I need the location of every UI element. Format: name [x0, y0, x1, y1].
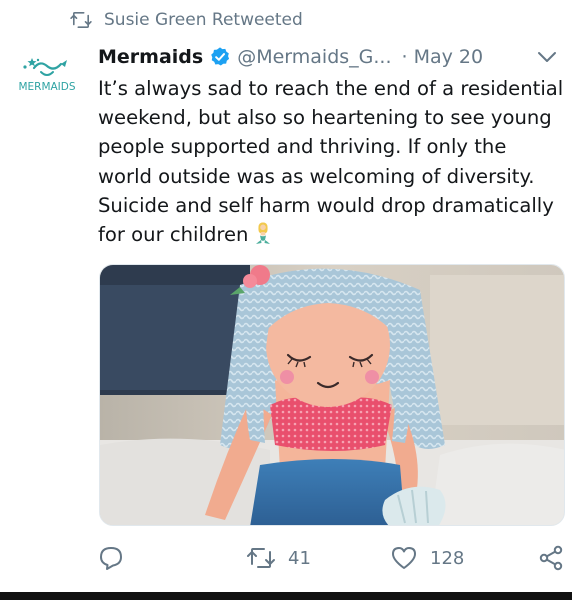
tweet-text-line: It’s always sad to reach the end of a re…: [98, 77, 564, 100]
tweet-text-line: world outside was as welcoming of divers…: [98, 164, 535, 188]
author-handle[interactable]: @Mermaids_G...: [237, 46, 391, 68]
retweet-icon: [247, 548, 275, 568]
share-button[interactable]: [538, 538, 564, 578]
header-separator: ·: [401, 46, 408, 68]
mermaid-emoji-icon: [256, 222, 271, 245]
tweet-text-line: weekend, but also so heartening to see y…: [98, 106, 552, 130]
tweet-actions: 41 128: [98, 538, 568, 578]
verified-badge-icon: [211, 47, 230, 66]
bottom-divider: [0, 592, 572, 600]
retweet-context[interactable]: Susie Green Retweeted: [70, 6, 303, 34]
tweet-photo[interactable]: [99, 264, 565, 526]
like-button[interactable]: 128: [390, 538, 464, 578]
photo-of-mermaid-doll: [100, 265, 564, 525]
tweet-text-line: Suicide and self harm would drop dramati…: [98, 193, 554, 217]
share-icon: [539, 545, 563, 571]
reply-icon: [100, 547, 122, 570]
like-count: 128: [430, 547, 465, 569]
tweet-text-line: people supported and thriving. If only t…: [98, 135, 507, 159]
tweet-header: Mermaids @Mermaids_G... · May 20: [98, 40, 560, 74]
retweet-count: 41: [288, 547, 311, 569]
heart-icon: [392, 547, 416, 569]
tweet-text-line: for our children: [98, 223, 249, 247]
retweet-icon: [70, 11, 92, 29]
avatar[interactable]: MERMAIDS: [14, 50, 80, 100]
retweet-button[interactable]: 41: [246, 538, 311, 578]
retweet-context-text: Susie Green Retweeted: [104, 10, 303, 30]
author-name[interactable]: Mermaids: [98, 46, 203, 68]
chevron-down-icon[interactable]: [536, 47, 558, 67]
tweet-text: It’s always sad to reach the end of a re…: [98, 74, 568, 249]
reply-button[interactable]: [98, 538, 124, 578]
tweet-card[interactable]: Susie Green Retweeted MERMAIDS Mermaids …: [0, 0, 572, 600]
avatar-logo-text: MERMAIDS: [18, 81, 75, 93]
tweet-date[interactable]: May 20: [414, 46, 484, 68]
mermaids-logo-icon: MERMAIDS: [18, 58, 76, 93]
